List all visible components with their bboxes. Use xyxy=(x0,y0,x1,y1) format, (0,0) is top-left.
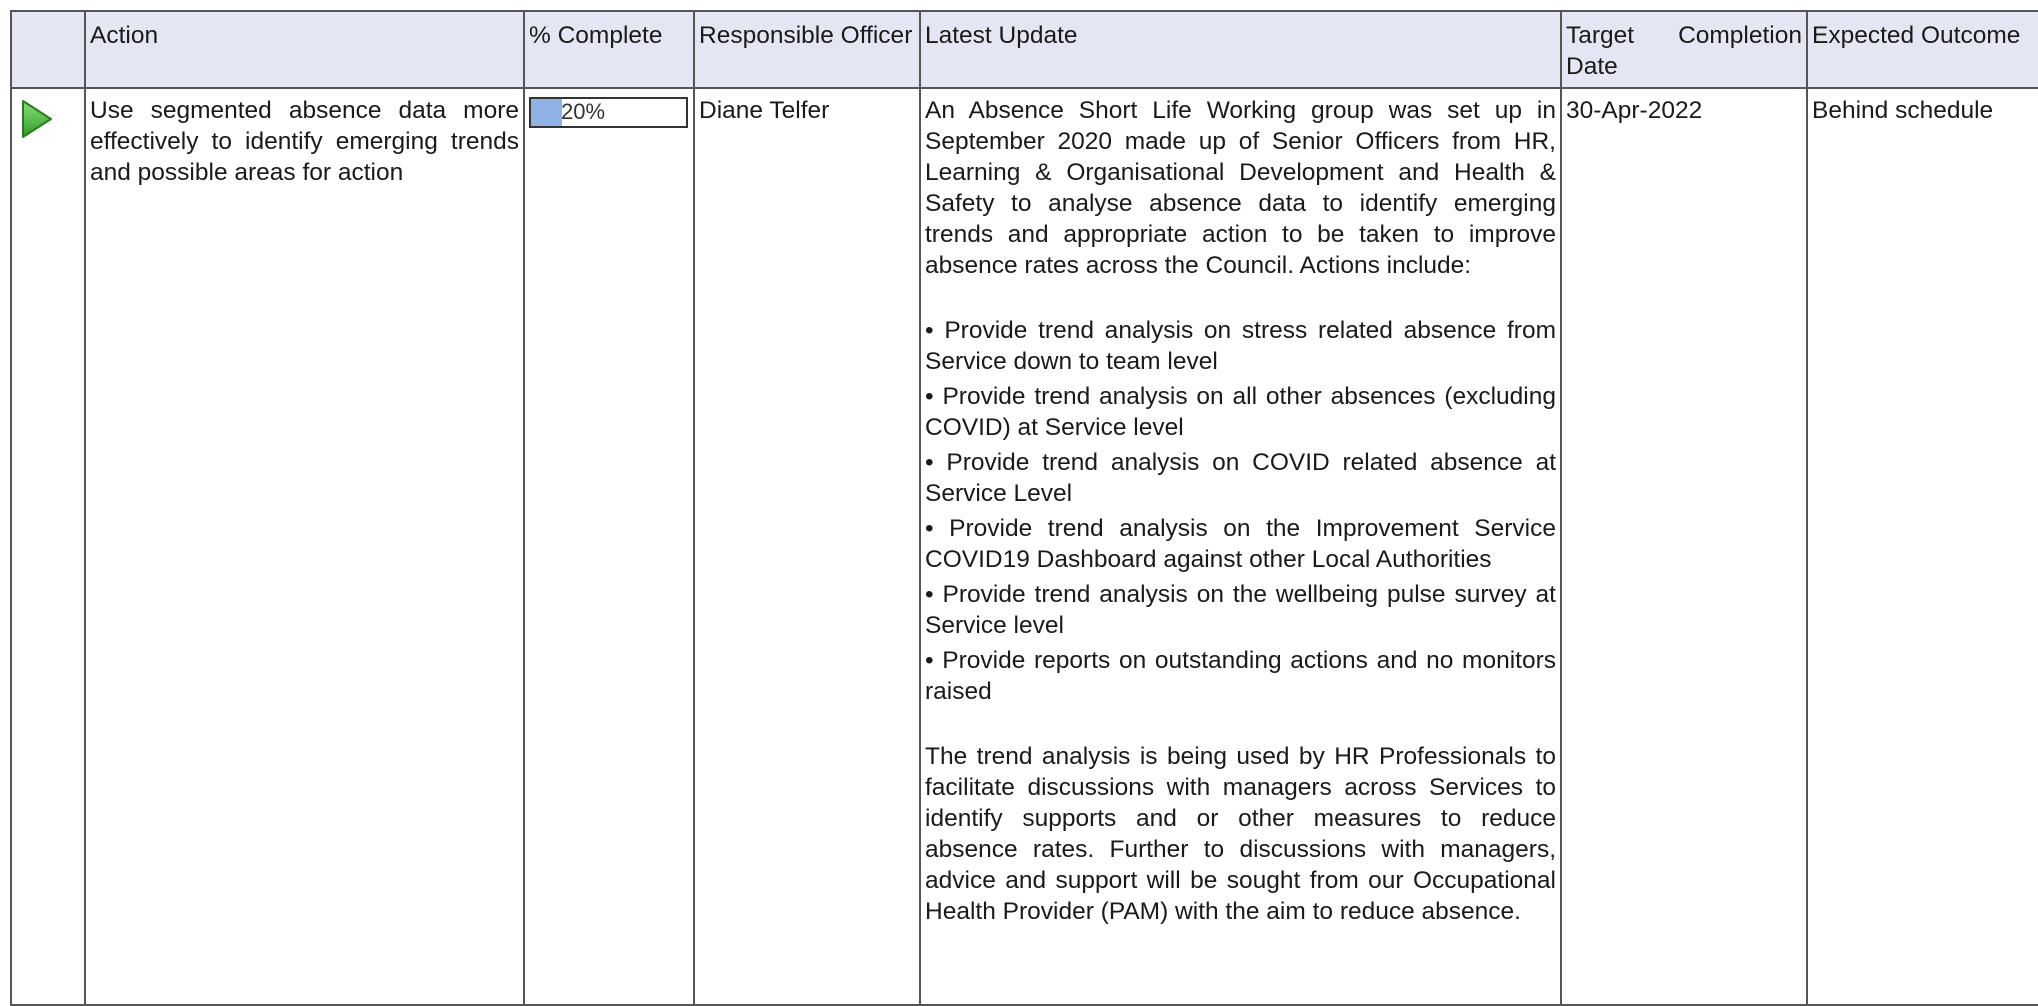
col-header-target-date: Target Completion Date xyxy=(1560,10,1808,89)
complete-cell: 20% xyxy=(523,87,695,1006)
update-bullets: Provide trend analysis on stress related… xyxy=(925,315,1556,707)
col-header-action: Action xyxy=(84,10,525,89)
update-bullet-item: Provide trend analysis on the wellbeing … xyxy=(925,579,1556,641)
col-header-complete: % Complete xyxy=(523,10,695,89)
action-cell: Use segmented absence data more effectiv… xyxy=(84,87,525,1006)
progress-fill xyxy=(531,99,562,126)
update-bullet-item: Provide trend analysis on all other abse… xyxy=(925,381,1556,443)
table-row: Use segmented absence data more effectiv… xyxy=(10,87,2038,1006)
outcome-cell: Behind schedule xyxy=(1806,87,2038,1006)
col-header-status xyxy=(10,10,86,89)
update-outro: The trend analysis is being used by HR P… xyxy=(925,743,1556,925)
progress-label: 20% xyxy=(561,99,606,124)
update-bullet-item: Provide trend analysis on stress related… xyxy=(925,315,1556,377)
header-row: Action % Complete Responsible Officer La… xyxy=(10,10,2038,89)
progress-bar: 20% xyxy=(529,97,688,128)
update-cell: An Absence Short Life Working group was … xyxy=(919,87,1562,1006)
col-header-outcome: Expected Outcome xyxy=(1806,10,2038,89)
officer-cell: Diane Telfer xyxy=(693,87,921,1006)
update-bullet-item: Provide trend analysis on the Improvemen… xyxy=(925,513,1556,575)
play-icon xyxy=(22,100,52,138)
col-header-officer: Responsible Officer xyxy=(693,10,921,89)
update-intro: An Absence Short Life Working group was … xyxy=(925,97,1556,279)
target-date-cell: 30-Apr-2022 xyxy=(1560,87,1808,1006)
update-bullet-item: Provide trend analysis on COVID related … xyxy=(925,447,1556,509)
status-cell xyxy=(10,87,86,1006)
action-plan-table: Action % Complete Responsible Officer La… xyxy=(10,10,2038,1006)
col-header-update: Latest Update xyxy=(919,10,1562,89)
update-bullet-item: Provide reports on outstanding actions a… xyxy=(925,645,1556,707)
